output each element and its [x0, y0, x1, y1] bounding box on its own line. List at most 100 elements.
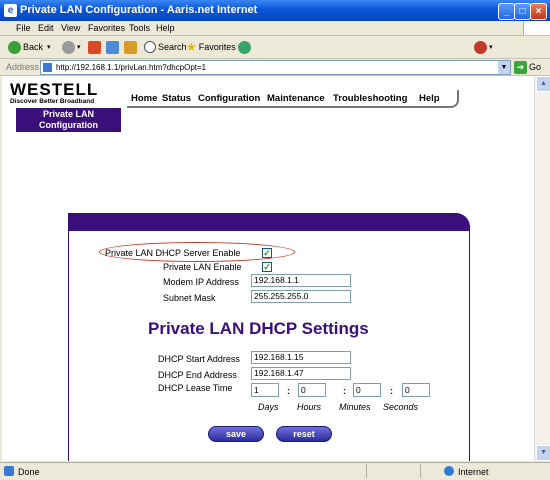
- address-bar: Address http://192.168.1.1/privLan.htm?d…: [0, 59, 550, 76]
- colon-separator: :: [390, 386, 393, 396]
- maximize-button[interactable]: □: [514, 3, 531, 20]
- back-label: Back: [23, 42, 44, 52]
- refresh-icon: [106, 40, 119, 54]
- westell-logo: WESTELL Discover Better Broadband: [10, 80, 98, 105]
- vertical-scrollbar[interactable]: ▲ ▼: [534, 76, 550, 461]
- toolbar-extension-icon: [474, 40, 487, 54]
- brand-tagline: Discover Better Broadband: [10, 98, 95, 105]
- ie-icon: e: [4, 4, 17, 17]
- refresh-button[interactable]: [106, 40, 121, 54]
- section-title: Private LAN DHCP Settings: [148, 319, 369, 338]
- menu-tools[interactable]: Tools: [129, 23, 150, 33]
- subnet-mask-label: Subnet Mask: [163, 293, 216, 303]
- go-label: Go: [529, 62, 542, 72]
- subnet-mask-input[interactable]: [251, 290, 351, 303]
- chevron-down-icon: ▾: [489, 44, 493, 51]
- lease-seconds-input[interactable]: [402, 383, 430, 397]
- sidebar-item-private-lan-configuration[interactable]: Private LAN Configuration: [16, 108, 121, 132]
- unit-days: Days: [258, 402, 279, 412]
- go-arrow-icon: ➔: [514, 60, 527, 74]
- search-label: Search: [158, 42, 187, 52]
- history-button[interactable]: [238, 40, 253, 54]
- favorites-button[interactable]: ★ Favorites: [186, 40, 236, 54]
- dhcp-start-label: DHCP Start Address: [158, 354, 240, 364]
- nav-home[interactable]: Home: [131, 93, 157, 104]
- lease-hours-input[interactable]: [298, 383, 326, 397]
- lan-enable-label: Private LAN Enable: [163, 262, 242, 272]
- stop-icon: [88, 40, 101, 54]
- chevron-down-icon: ▾: [47, 44, 51, 51]
- sidebar-label-line1: Private LAN: [42, 109, 95, 119]
- title-bar: e Private LAN Configuration - Aaris.net …: [0, 0, 550, 21]
- search-icon: [144, 41, 156, 53]
- unit-hours: Hours: [297, 402, 322, 412]
- lan-enable-checkbox[interactable]: ✓: [262, 262, 272, 272]
- browser-window: e Private LAN Configuration - Aaris.net …: [0, 0, 550, 480]
- page-icon: [43, 63, 52, 72]
- page-done-icon: [4, 466, 14, 476]
- nav-help[interactable]: Help: [419, 93, 440, 104]
- dhcp-start-input[interactable]: [251, 351, 351, 364]
- lease-days-input[interactable]: [251, 383, 279, 397]
- back-button[interactable]: Back ▾: [8, 40, 51, 54]
- menu-help[interactable]: Help: [156, 23, 175, 33]
- dhcp-server-enable-label: Private LAN DHCP Server Enable: [105, 248, 241, 258]
- back-arrow-icon: [8, 40, 21, 54]
- zone-text: Internet: [458, 467, 489, 477]
- status-divider: [366, 464, 367, 478]
- dhcp-end-input[interactable]: [251, 367, 351, 380]
- address-label: Address: [6, 62, 40, 72]
- scroll-down-arrow-icon[interactable]: ▼: [536, 445, 550, 461]
- colon-separator: :: [287, 386, 290, 396]
- close-button[interactable]: ×: [530, 3, 547, 20]
- extra-toolbar-button[interactable]: ▾: [474, 40, 493, 54]
- stop-button[interactable]: [88, 40, 103, 54]
- go-button[interactable]: ➔ Go: [514, 60, 541, 74]
- unit-seconds: Seconds: [383, 402, 419, 412]
- lease-time-label: DHCP Lease Time: [158, 383, 233, 393]
- dhcp-end-label: DHCP End Address: [158, 370, 237, 380]
- home-icon: [124, 40, 137, 54]
- history-icon: [238, 40, 251, 54]
- star-icon: ★: [186, 40, 197, 54]
- modem-ip-input[interactable]: [251, 274, 351, 287]
- forward-arrow-icon: [62, 40, 75, 54]
- internet-globe-icon: [444, 466, 454, 476]
- chevron-down-icon: ▾: [77, 44, 81, 51]
- window-title: Private LAN Configuration - Aaris.net In…: [20, 4, 258, 16]
- search-button[interactable]: Search: [144, 40, 187, 54]
- panel-header: [68, 213, 470, 231]
- nav-configuration[interactable]: Configuration: [198, 93, 260, 104]
- menu-file[interactable]: File: [16, 23, 31, 33]
- sidebar-label-line2: Configuration: [39, 120, 98, 130]
- lease-minutes-input[interactable]: [353, 383, 381, 397]
- status-bar: Done Internet: [0, 462, 550, 480]
- minimize-button[interactable]: _: [498, 3, 515, 20]
- unit-minutes: Minutes: [339, 402, 371, 412]
- address-url: http://192.168.1.1/privLan.htm?dhcpOpt=1: [56, 63, 207, 72]
- scroll-up-arrow-icon[interactable]: ▲: [536, 76, 550, 92]
- chevron-down-icon[interactable]: ▼: [498, 61, 510, 74]
- save-button[interactable]: save: [208, 426, 264, 442]
- forward-button[interactable]: ▾: [62, 40, 81, 54]
- reset-button[interactable]: reset: [276, 426, 332, 442]
- status-divider: [420, 464, 421, 478]
- status-text: Done: [18, 467, 40, 477]
- main-nav: Home Status Configuration Maintenance Tr…: [127, 90, 459, 108]
- address-input[interactable]: http://192.168.1.1/privLan.htm?dhcpOpt=1…: [40, 60, 511, 75]
- nav-maintenance[interactable]: Maintenance: [267, 93, 325, 104]
- favorites-label: Favorites: [198, 42, 236, 52]
- brand-name: WESTELL: [10, 80, 99, 99]
- menu-edit[interactable]: Edit: [38, 23, 54, 33]
- nav-troubleshooting[interactable]: Troubleshooting: [333, 93, 407, 104]
- home-button[interactable]: [124, 40, 139, 54]
- menu-favorites[interactable]: Favorites: [88, 23, 125, 33]
- menu-bar: File Edit View Favorites Tools Help: [0, 21, 550, 36]
- modem-ip-label: Modem IP Address: [163, 277, 239, 287]
- dhcp-server-enable-checkbox[interactable]: ✓: [262, 248, 272, 258]
- colon-separator: :: [343, 386, 346, 396]
- nav-status[interactable]: Status: [162, 93, 191, 104]
- windows-logo-icon: [523, 21, 550, 35]
- toolbar: Back ▾ ▾ Search ★ Favorites ▾: [0, 36, 550, 59]
- menu-view[interactable]: View: [61, 23, 80, 33]
